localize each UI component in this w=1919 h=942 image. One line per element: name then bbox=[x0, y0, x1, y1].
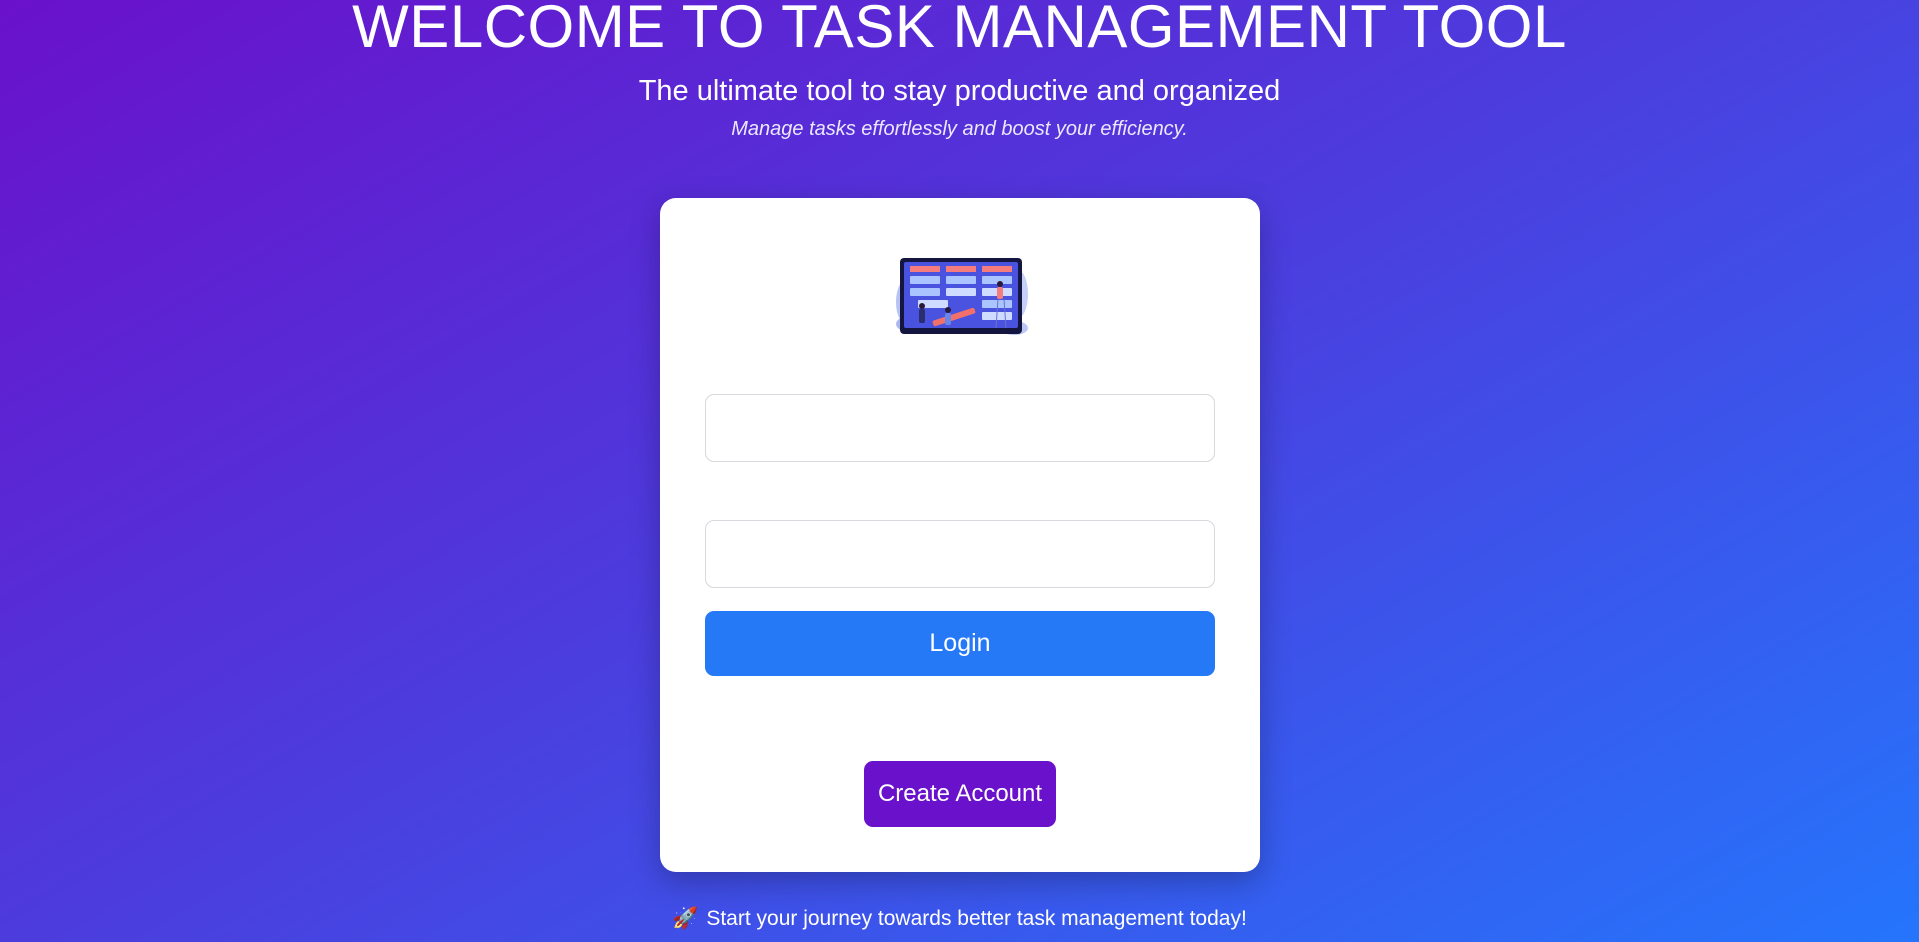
task-board-illustration bbox=[896, 258, 1028, 335]
password-input[interactable] bbox=[705, 520, 1215, 588]
rocket-icon: 🚀 bbox=[672, 907, 699, 930]
footer-message: 🚀 Start your journey towards better task … bbox=[0, 905, 1919, 933]
footer-text: Start your journey towards better task m… bbox=[706, 907, 1247, 930]
page-subtitle: The ultimate tool to stay productive and… bbox=[638, 75, 1281, 107]
page-title: WELCOME TO TASK MANAGEMENT TOOL bbox=[352, 0, 1567, 60]
login-card: Login Create Account bbox=[660, 198, 1260, 872]
login-button[interactable]: Login bbox=[705, 611, 1215, 676]
username-input[interactable] bbox=[705, 394, 1215, 462]
page-tagline: Manage tasks effortlessly and boost your… bbox=[731, 118, 1188, 140]
create-account-button[interactable]: Create Account bbox=[864, 761, 1056, 827]
